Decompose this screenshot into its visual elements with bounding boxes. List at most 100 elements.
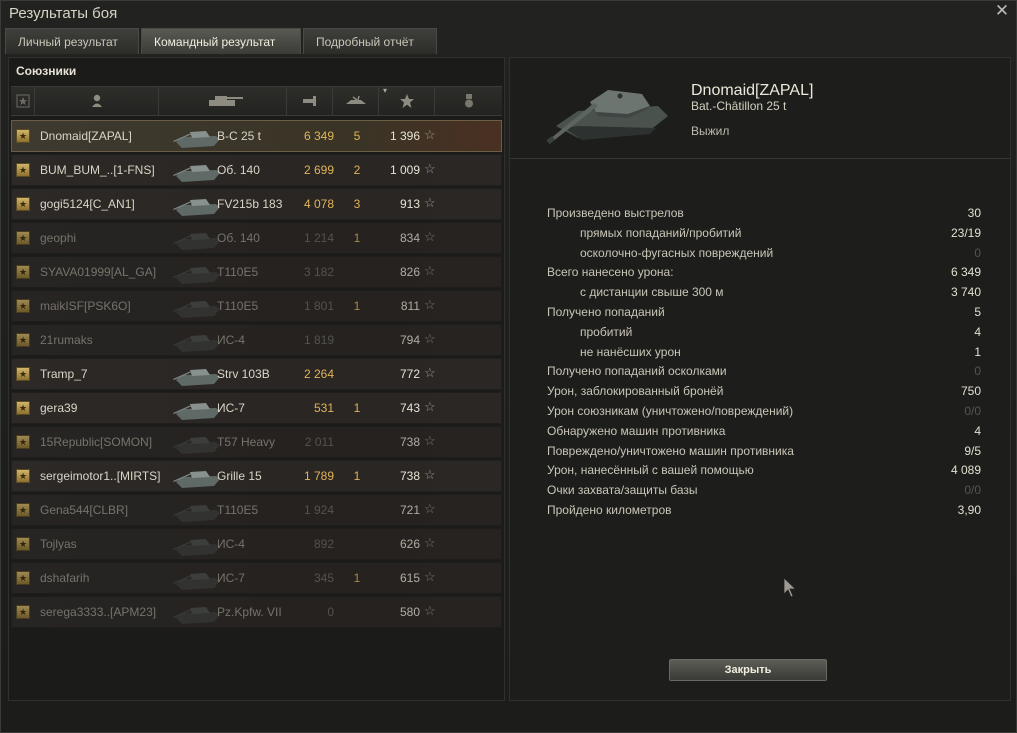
detail-player-name: Dnomaid[ZAPAL] <box>691 82 814 99</box>
stat-row: не нанёсших урон 1 <box>547 342 981 362</box>
rank-badge-icon: ★ <box>16 129 30 143</box>
rank-badge-icon: ★ <box>16 231 30 245</box>
star-icon: ☆ <box>424 433 436 448</box>
stat-row: Получено попаданий 5 <box>547 302 981 322</box>
xp-value: 580 <box>399 605 420 619</box>
table-row[interactable]: ★ Gena544[CLBR] T110E5 1 924 721 ☆ <box>11 494 502 526</box>
tank-icon <box>173 131 220 148</box>
rank-badge-icon: ★ <box>16 333 30 347</box>
tab-personal[interactable]: Личный результат <box>5 28 139 54</box>
stat-value: 9/5 <box>964 443 981 458</box>
close-icon[interactable]: ✕ <box>994 1 1010 21</box>
stat-label: Обнаружено машин противника <box>547 423 726 438</box>
stat-row: прямых попаданий/пробитий 23/19 <box>547 223 981 243</box>
table-row[interactable]: ★ dshafarih ИС-7 345 1 615 ☆ <box>11 562 502 594</box>
rank-badge-icon: ★ <box>16 163 30 177</box>
tank-icon <box>173 335 220 352</box>
sort-medals-icon[interactable] <box>435 87 502 115</box>
tank-name: ИС-7 <box>217 401 245 415</box>
damage-value: 3 182 <box>303 265 334 279</box>
allies-list: ★ Dnomaid[ZAPAL] B-C 25 t 6 349 5 1 396 … <box>11 120 502 630</box>
xp-value: 626 <box>399 537 420 551</box>
xp-value: 1 396 <box>389 129 420 143</box>
stat-value: 3 740 <box>950 285 981 300</box>
table-row[interactable]: ★ BUM_BUM_..[1-FNS] Об. 140 2 699 2 1 00… <box>11 154 502 186</box>
damage-value: 2 699 <box>303 163 334 177</box>
stats-list: Произведено выстрелов 30 прямых попадани… <box>547 203 981 520</box>
stat-value: 0 <box>974 245 981 260</box>
window-title: Результаты боя <box>9 5 118 22</box>
sort-squad-icon[interactable] <box>11 87 35 115</box>
star-icon: ☆ <box>424 297 436 312</box>
tank-name: Pz.Kpfw. VII <box>217 605 282 619</box>
table-row[interactable]: ★ Tojlyas ИС-4 892 626 ☆ <box>11 528 502 560</box>
sort-player-icon[interactable] <box>35 87 159 115</box>
tank-name: ИС-4 <box>217 537 245 551</box>
tank-icon <box>173 539 220 556</box>
stat-value: 1 <box>974 344 981 359</box>
stat-value: 6 349 <box>950 265 981 280</box>
damage-value: 2 264 <box>303 367 334 381</box>
stat-row: Повреждено/уничтожено машин противника 9… <box>547 441 981 461</box>
table-row[interactable]: ★ 21rumaks ИС-4 1 819 794 ☆ <box>11 324 502 356</box>
xp-value: 834 <box>399 231 420 245</box>
tank-icon <box>173 403 220 420</box>
stat-label: не нанёсших урон <box>580 344 681 359</box>
xp-value: 794 <box>399 333 420 347</box>
damage-value: 892 <box>313 537 334 551</box>
tank-name: T110E5 <box>217 265 259 279</box>
player-name: 21rumaks <box>40 333 93 347</box>
damage-value: 2 011 <box>304 435 334 449</box>
sort-xp-icon[interactable]: ▾ <box>379 86 435 115</box>
xp-value: 826 <box>399 265 420 279</box>
star-icon: ☆ <box>424 263 436 278</box>
sort-tank-icon[interactable] <box>159 87 287 115</box>
table-row[interactable]: ★ geophi Об. 140 1 214 1 834 ☆ <box>11 222 502 254</box>
kills-value: 1 <box>353 401 361 415</box>
rank-badge-icon: ★ <box>16 299 30 313</box>
player-name: Tramp_7 <box>40 367 88 381</box>
table-row[interactable]: ★ gera39 ИС-7 531 1 743 ☆ <box>11 392 502 424</box>
tab-team[interactable]: Командный результат <box>141 28 301 54</box>
stat-label: Урон, нанесённый с вашей помощью <box>547 463 754 478</box>
tab-detailed[interactable]: Подробный отчёт <box>303 28 437 54</box>
xp-value: 772 <box>399 367 420 381</box>
tank-icon <box>173 607 220 624</box>
tank-icon <box>173 505 220 522</box>
stat-value: 3,90 <box>957 502 981 517</box>
table-row[interactable]: ★ maikISF[PSK6O] T110E5 1 801 1 811 ☆ <box>11 290 502 322</box>
table-row[interactable]: ★ serega3333..[APM23] Pz.Kpfw. VII 0 580… <box>11 596 502 628</box>
kills-value: 1 <box>353 469 361 483</box>
table-row[interactable]: ★ Tramp_7 Strv 103B 2 264 772 ☆ <box>11 358 502 390</box>
stat-label: Получено попаданий осколками <box>547 364 727 379</box>
stat-label: Всего нанесено урона: <box>547 265 674 280</box>
table-row[interactable]: ★ sergeimotor1..[MIRTS] Grille 15 1 789 … <box>11 460 502 492</box>
sort-kills-icon[interactable] <box>333 87 379 115</box>
stat-row: Очки захвата/защиты базы 0/0 <box>547 480 981 500</box>
xp-value: 615 <box>399 571 420 585</box>
stat-label: Очки захвата/защиты базы <box>547 483 698 498</box>
tank-icon <box>173 233 220 250</box>
table-row[interactable]: ★ Dnomaid[ZAPAL] B-C 25 t 6 349 5 1 396 … <box>11 120 502 152</box>
sort-damage-icon[interactable] <box>287 87 333 115</box>
close-button[interactable]: Закрыть <box>669 659 827 681</box>
damage-value: 1 214 <box>303 231 334 245</box>
rank-badge-icon: ★ <box>16 537 30 551</box>
damage-value: 1 819 <box>303 333 334 347</box>
stat-row: Обнаружено машин противника 4 <box>547 421 981 441</box>
player-name: 15Republic[SOMON] <box>40 435 153 449</box>
stat-value: 0/0 <box>964 483 981 498</box>
tank-icon <box>173 437 220 454</box>
table-row[interactable]: ★ gogi5124[C_AN1] FV215b 183 4 078 3 913… <box>11 188 502 220</box>
xp-value: 721 <box>399 503 420 517</box>
table-row[interactable]: ★ 15Republic[SOMON] T57 Heavy 2 011 738 … <box>11 426 502 458</box>
star-icon: ☆ <box>424 331 436 346</box>
stat-row: Урон союзникам (уничтожено/повреждений) … <box>547 401 981 421</box>
rank-badge-icon: ★ <box>16 605 30 619</box>
damage-value: 1 789 <box>303 469 334 483</box>
tank-icon <box>173 573 220 590</box>
table-row[interactable]: ★ SYAVA01999[AL_GA] T110E5 3 182 826 ☆ <box>11 256 502 288</box>
damage-value: 1 924 <box>303 503 334 517</box>
stat-label: Урон союзникам (уничтожено/повреждений) <box>547 403 794 418</box>
rank-badge-icon: ★ <box>16 197 30 211</box>
